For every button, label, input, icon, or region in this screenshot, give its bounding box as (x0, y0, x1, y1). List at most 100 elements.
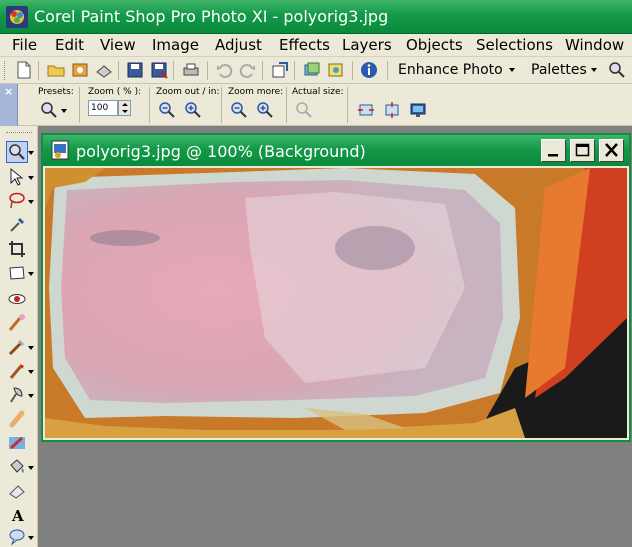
chevron-down-icon[interactable] (591, 68, 597, 72)
spinner-up-icon[interactable] (122, 103, 128, 106)
chevron-down-icon[interactable] (509, 68, 515, 72)
svg-text:A: A (11, 507, 24, 525)
photo-grey-patch (335, 226, 415, 270)
enhance-photo-menu[interactable]: Enhance Photo (398, 62, 503, 78)
dodge-icon[interactable] (6, 384, 28, 406)
options-separator (79, 87, 80, 123)
menu-selections[interactable]: Selections (476, 36, 553, 54)
close-icon[interactable]: × (4, 85, 13, 98)
palettes-menu[interactable]: Palettes (531, 62, 587, 78)
app-title-bar[interactable]: Corel Paint Shop Pro Photo XI - polyorig… (0, 0, 632, 34)
browse-icon[interactable] (70, 60, 90, 80)
fit-window-icon[interactable] (357, 101, 375, 119)
toolbar-separator (352, 61, 353, 80)
options-separator (221, 87, 222, 123)
fit-screen-icon[interactable] (409, 101, 427, 119)
zoom-more-in-icon[interactable] (256, 101, 274, 119)
options-separator (347, 87, 348, 123)
menu-image[interactable]: Image (152, 36, 199, 54)
flood-fill-icon[interactable] (6, 456, 28, 478)
menu-adjust[interactable]: Adjust (215, 36, 262, 54)
dropper-icon[interactable] (6, 214, 28, 236)
deform-icon[interactable] (6, 262, 28, 284)
smudge-icon[interactable] (6, 408, 28, 430)
clone-brush-icon[interactable] (6, 336, 28, 358)
chevron-down-icon[interactable] (28, 176, 34, 180)
zoom-search-icon[interactable] (607, 60, 627, 80)
materials-palette-icon[interactable] (326, 60, 346, 80)
tool-options-close[interactable]: × (0, 84, 18, 126)
zoom-tool[interactable] (6, 141, 28, 163)
background-eraser-icon[interactable] (6, 432, 28, 454)
zoom-in-icon[interactable] (184, 101, 202, 119)
new-file-icon[interactable] (14, 60, 34, 80)
chevron-down-icon[interactable] (28, 466, 34, 470)
close-button[interactable] (599, 139, 624, 162)
print-icon[interactable] (181, 60, 201, 80)
presets-label: Presets: (38, 87, 74, 97)
pick-tool-icon[interactable] (6, 166, 28, 188)
chevron-down-icon[interactable] (28, 272, 34, 276)
fit-image-icon[interactable] (383, 101, 401, 119)
document-title-bar[interactable]: polyorig3.jpg @ 100% (Background) (43, 135, 629, 166)
zoom-more-out-icon[interactable] (230, 101, 248, 119)
menu-view[interactable]: View (100, 36, 136, 54)
chevron-down-icon[interactable] (61, 109, 67, 113)
layers-palette-icon[interactable] (302, 60, 322, 80)
menu-edit[interactable]: Edit (55, 36, 84, 54)
toolbar-separator (38, 61, 39, 80)
zoom-percent-spinner[interactable] (118, 100, 131, 116)
chevron-down-icon[interactable] (28, 536, 34, 540)
minimize-icon (548, 154, 558, 157)
image-canvas[interactable] (45, 168, 627, 438)
paint-brush-icon[interactable] (6, 360, 28, 382)
minimize-button[interactable] (541, 139, 566, 162)
presets-zoom-icon[interactable] (40, 101, 58, 119)
toolbar-separator (118, 61, 119, 80)
chevron-down-icon[interactable] (28, 200, 34, 204)
menu-objects[interactable]: Objects (406, 36, 463, 54)
menu-effects[interactable]: Effects (279, 36, 330, 54)
chevron-down-icon[interactable] (28, 346, 34, 350)
chevron-down-icon[interactable] (28, 370, 34, 374)
maximize-icon (575, 143, 590, 157)
text-tool-icon[interactable]: A (6, 504, 28, 526)
document-window[interactable]: polyorig3.jpg @ 100% (Background) (41, 133, 631, 442)
selection-lasso-icon[interactable] (6, 190, 28, 212)
actual-size-icon[interactable] (295, 101, 313, 119)
resize-icon[interactable] (270, 60, 290, 80)
chevron-down-icon[interactable] (28, 394, 34, 398)
preset-shape-icon[interactable] (6, 526, 28, 547)
paint-shop-pro-app-icon[interactable] (5, 5, 29, 29)
chevron-down-icon[interactable] (28, 151, 34, 155)
options-separator (149, 87, 150, 123)
toolbar-grip[interactable] (4, 61, 7, 80)
tools-toolbar: A (0, 126, 38, 547)
save-as-icon[interactable] (149, 60, 169, 80)
spinner-down-icon[interactable] (122, 110, 128, 113)
eraser-icon[interactable] (6, 480, 28, 502)
info-icon[interactable] (359, 60, 379, 80)
toolbar-separator (262, 61, 263, 80)
zoom-out-in-label: Zoom out / in: (156, 87, 220, 97)
menu-window[interactable]: Window (565, 36, 624, 54)
photo-grey-streak (90, 230, 160, 246)
tool-options-palette: × Presets: Zoom ( % ): Zoom out / in: Zo… (0, 84, 632, 126)
crop-icon[interactable] (6, 238, 28, 260)
redo-icon[interactable] (238, 60, 258, 80)
app-title: Corel Paint Shop Pro Photo XI - polyorig… (34, 7, 389, 26)
menu-layers[interactable]: Layers (342, 36, 392, 54)
toolbar-separator (173, 61, 174, 80)
red-eye-icon[interactable] (6, 288, 28, 310)
options-separator (286, 87, 287, 123)
makeover-icon[interactable] (6, 312, 28, 334)
menu-file[interactable]: File (12, 36, 37, 54)
save-icon[interactable] (125, 60, 145, 80)
zoom-out-icon[interactable] (158, 101, 176, 119)
open-folder-icon[interactable] (46, 60, 66, 80)
zoom-percent-input[interactable] (88, 100, 118, 116)
scanner-icon[interactable] (94, 60, 114, 80)
maximize-button[interactable] (570, 139, 595, 162)
toolbar-grip[interactable] (6, 132, 32, 134)
undo-icon[interactable] (214, 60, 234, 80)
